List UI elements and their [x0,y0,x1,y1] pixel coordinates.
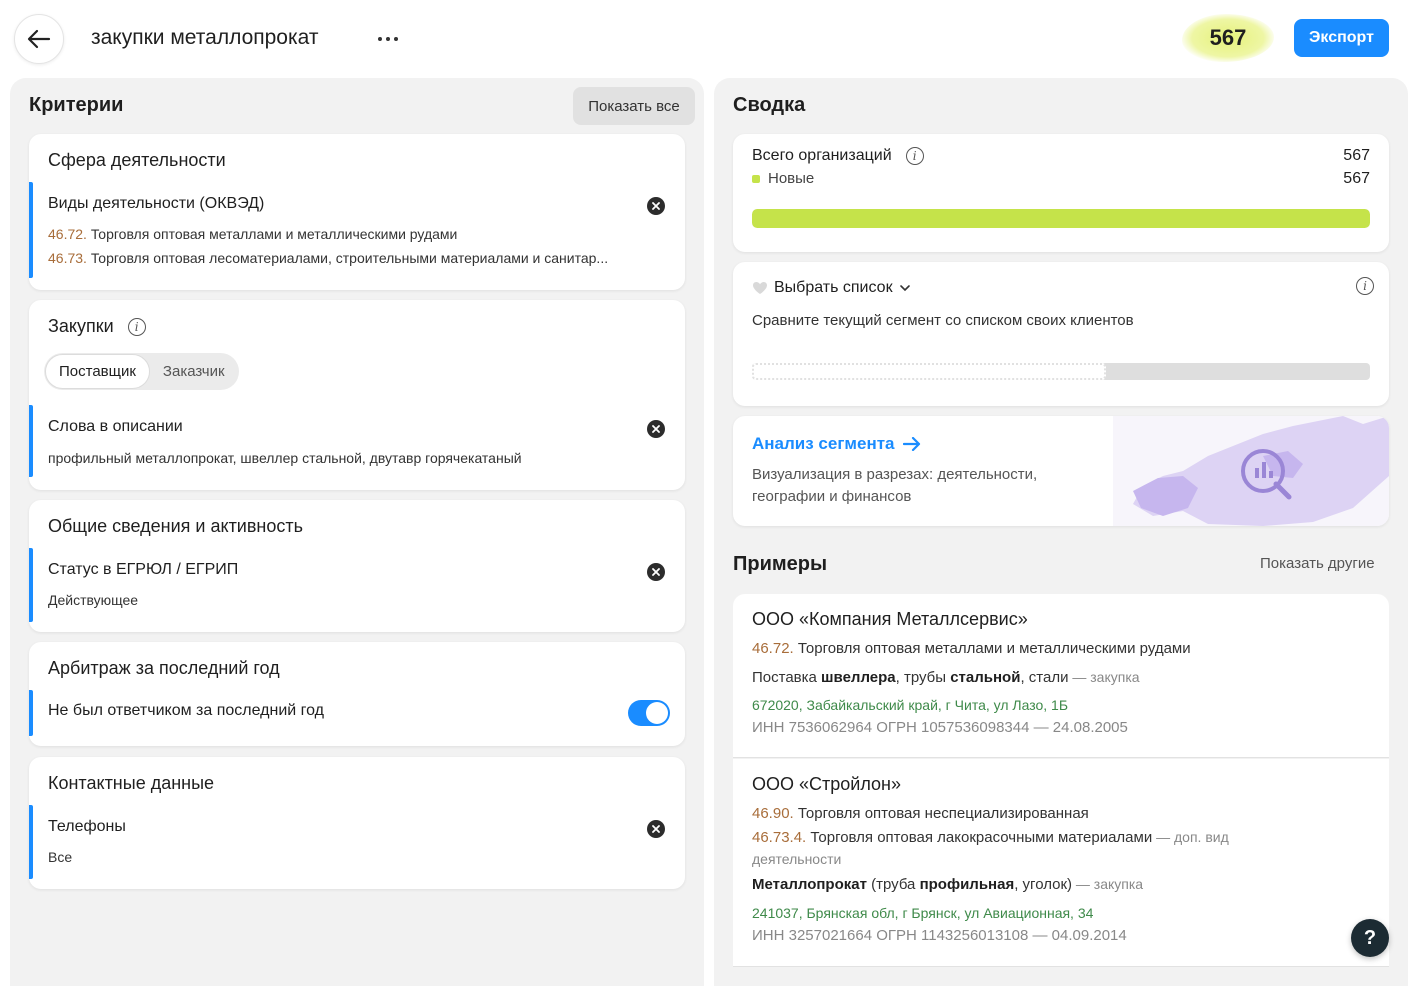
example-company-card[interactable]: ООО «Стройлон» 46.90. Торговля оптовая н… [733,759,1389,967]
back-button[interactable] [14,14,64,64]
info-icon[interactable]: i [905,147,924,165]
result-count-badge: 567 [1182,14,1274,62]
close-icon [652,825,660,833]
purchases-heading-row: Закупки i [48,316,146,337]
role-supplier-option[interactable]: Поставщик [45,354,150,389]
arrow-left-icon [27,29,51,49]
company-activity: 46.72. Торговля оптовая металлами и мета… [752,640,1191,657]
chart-search-icon [1255,468,1259,478]
company-activity-note: деятельности [752,851,842,867]
info-icon[interactable]: i [1356,277,1374,295]
company-address: 672020, Забайкальский край, г Чита, ул Л… [752,697,1069,713]
analysis-card[interactable]: Анализ сегмента Визуализация в разрезах:… [733,416,1389,526]
general-card: Общие сведения и активность Статус в ЕГР… [29,500,685,632]
criterion-marker [29,805,33,879]
company-ids: ИНН 3257021664 ОГРН 1143256013108 — 04.0… [752,927,1127,944]
new-legend-swatch [752,175,760,184]
remove-status-button[interactable] [647,563,665,581]
contacts-heading: Контактные данные [48,773,215,793]
total-value: 567 [1343,147,1370,164]
criterion-name: Виды деятельности (ОКВЭД) [48,195,265,212]
new-row: Новые 567 [752,170,1370,188]
examples-title: Примеры [733,553,828,575]
new-progress-fill [752,209,1370,228]
contacts-card: Контактные данные Телефоны Все [29,757,685,889]
company-purchase: Поставка швеллера, трубы стальной, стали… [752,669,1140,686]
close-icon [652,568,660,576]
company-name: ООО «Стройлон» [752,774,902,794]
criterion-marker [29,690,33,736]
summary-panel: Сводка Всего организаций i 567 Новые 567… [714,78,1408,986]
criteria-title: Критерии [29,94,124,116]
remove-keywords-button[interactable] [647,420,665,438]
page-title: закупки металлопрокат [91,26,319,49]
compare-text: Сравните текущий сегмент со списком свои… [752,312,1134,329]
role-segmented-control: Поставщик Заказчик [44,353,239,390]
result-count: 567 [1209,25,1247,50]
compare-bar-empty [752,363,1106,380]
company-name: ООО «Компания Металлсервис» [752,609,1028,629]
show-other-button[interactable]: Показать другие [1260,555,1375,572]
status-value: Действующее [48,592,139,608]
arrow-right-icon [902,437,920,451]
analysis-link[interactable]: Анализ сегмента [752,434,921,454]
phones-value: Все [48,849,73,865]
okved-item: 46.73. Торговля оптовая лесоматериалами,… [48,250,609,266]
company-ids: ИНН 7536062964 ОГРН 1057536098344 — 24.0… [752,719,1128,736]
arbitration-card: Арбитраж за последний год Не был ответчи… [29,642,685,746]
company-address: 241037, Брянская обл, г Брянск, ул Авиац… [752,905,1094,921]
help-icon[interactable]: ? [1351,919,1389,957]
close-icon [652,425,660,433]
new-value: 567 [1343,170,1370,187]
pick-list-label: Выбрать список [774,279,893,296]
remove-okved-button[interactable] [647,197,665,215]
criterion-name: Телефоны [48,818,126,835]
chevron-down-icon [899,285,910,292]
activity-card: Сфера деятельности Виды деятельности (ОК… [29,134,685,290]
heart-icon [753,282,767,294]
criteria-panel: Критерии Показать все Сфера деятельности… [10,78,704,986]
general-heading: Общие сведения и активность [48,516,303,536]
header: закупки металлопрокат 567 Экспорт [0,0,1418,76]
role-customer-option[interactable]: Заказчик [150,354,238,389]
okved-item: 46.72. Торговля оптовая металлами и мета… [48,226,458,242]
close-icon [652,202,660,210]
pick-list-dropdown[interactable]: Выбрать список [752,279,911,297]
criterion-marker [29,182,33,278]
total-row: Всего организаций i 567 [752,147,1370,165]
criterion-name: Слова в описании [48,418,183,435]
new-label: Новые [768,170,815,187]
arbitration-toggle[interactable] [628,700,670,726]
arbitration-heading: Арбитраж за последний год [48,658,280,678]
example-company-card[interactable]: ООО «Компания Металлсервис» 46.72. Торго… [733,594,1389,758]
criterion-marker [29,405,33,477]
criterion-name: Не был ответчиком за последний год [48,702,325,719]
summary-title: Сводка [733,94,806,116]
criterion-name: Статус в ЕГРЮЛ / ЕГРИП [48,561,239,578]
criterion-marker [29,548,33,622]
info-icon[interactable]: i [127,317,146,336]
company-activity: 46.90. Торговля оптовая неспециализирова… [752,805,1089,822]
show-all-button[interactable]: Показать все [573,87,695,125]
export-button[interactable]: Экспорт [1294,19,1389,57]
company-purchase: Металлопрокат (труба профильная, уголок)… [752,876,1144,893]
compare-card: Выбрать список i Сравните текущий сегмен… [733,262,1389,406]
keywords-value: профильный металлопрокат, швеллер стальн… [48,450,522,466]
totals-card: Всего организаций i 567 Новые 567 [733,134,1389,252]
analysis-description: Визуализация в разрезах: деятельности, г… [752,466,1038,505]
purchases-heading: Закупки [48,316,114,336]
remove-phones-button[interactable] [647,820,665,838]
purchases-card: Закупки i Поставщик Заказчик Слова в опи… [29,300,685,490]
total-label: Всего организаций [752,147,892,164]
activity-heading: Сфера деятельности [48,150,226,170]
more-dots-icon[interactable] [372,24,404,54]
map-icon [1113,416,1389,526]
company-activity: 46.73.4. Торговля оптовая лакокрасочными… [752,829,1229,846]
new-progress-bar [752,209,1370,228]
